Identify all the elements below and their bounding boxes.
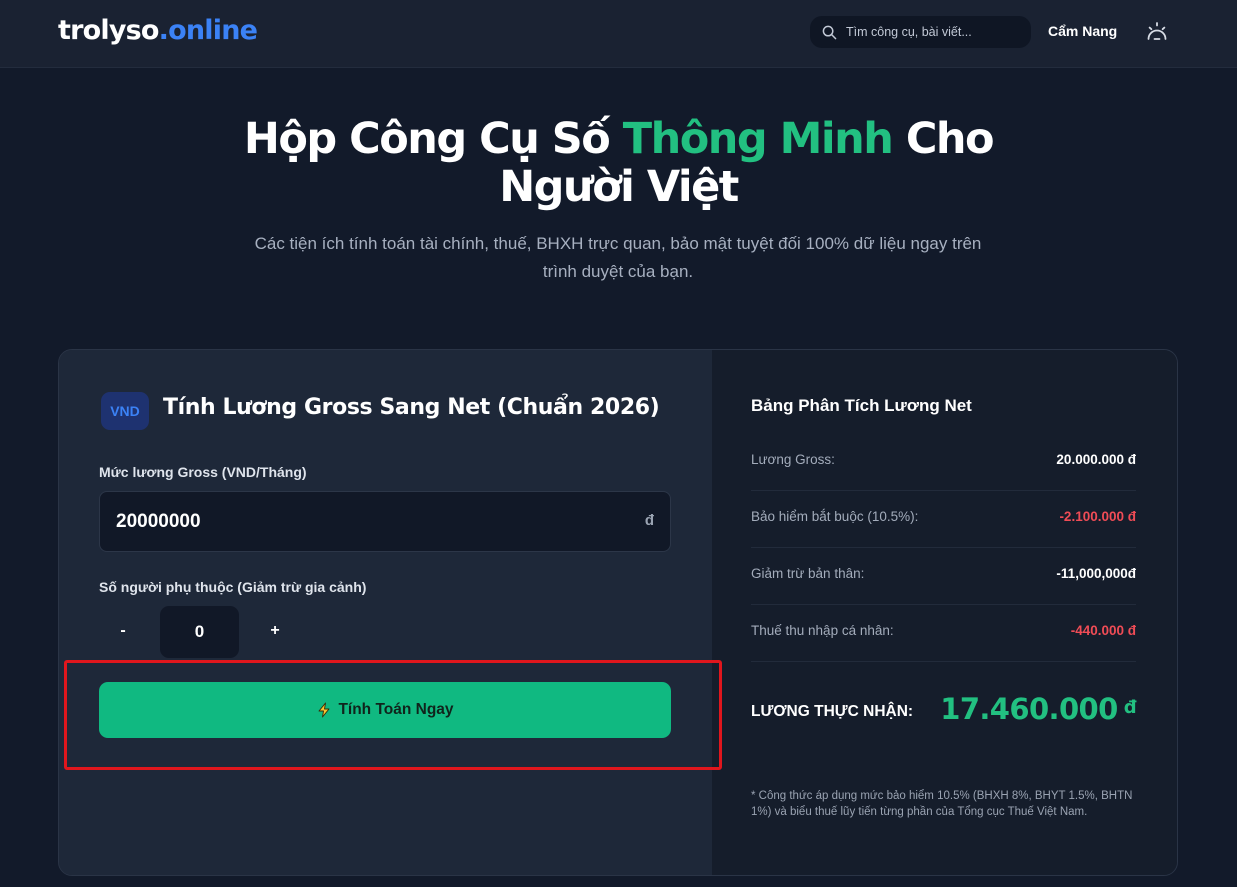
search-input[interactable] bbox=[846, 25, 1016, 39]
net-breakdown-panel: Bảng Phân Tích Lương Net Lương Gross: 20… bbox=[712, 350, 1177, 875]
hero-title-highlight: Thông Minh bbox=[622, 114, 894, 164]
hero-title: Hộp Công Cụ Số Thông Minh Cho Người Việt bbox=[0, 115, 1237, 211]
search-box[interactable] bbox=[810, 16, 1031, 48]
hero-title-line1: Hộp Công Cụ Số Thông Minh Cho bbox=[243, 114, 995, 164]
increment-dependents-button[interactable]: + bbox=[252, 608, 298, 654]
calculator-title: Tính Lương Gross Sang Net (Chuẩn 2026) bbox=[163, 395, 660, 420]
gross-salary-input[interactable] bbox=[116, 492, 616, 551]
net-currency-symbol: đ bbox=[1123, 697, 1137, 718]
hero-subtitle: Các tiện ích tính toán tài chính, thuế, … bbox=[254, 234, 982, 281]
dependents-count[interactable]: 0 bbox=[160, 606, 239, 658]
gross-salary-label: Mức lương Gross (VND/Tháng) bbox=[99, 464, 307, 480]
decrement-dependents-button[interactable]: - bbox=[100, 608, 146, 654]
net-salary-label: LƯƠNG THỰC NHẬN: bbox=[751, 703, 914, 720]
site-logo[interactable]: trolyso.online bbox=[58, 15, 258, 46]
vnd-badge: VND bbox=[101, 392, 149, 430]
logo-text-domain: .online bbox=[158, 15, 258, 46]
gross-salary-field[interactable]: đ bbox=[99, 491, 671, 552]
formula-footnote: * Công thức áp dụng mức bảo hiểm 10.5% (… bbox=[751, 790, 1133, 818]
calculator-form-panel: VND Tính Lương Gross Sang Net (Chuẩn 202… bbox=[59, 350, 712, 875]
breakdown-title: Bảng Phân Tích Lương Net bbox=[751, 396, 972, 415]
calculate-button-label: Tính Toán Ngay bbox=[338, 701, 454, 718]
top-header: trolyso.online Cẩm Nang bbox=[0, 0, 1237, 68]
lightning-icon bbox=[316, 702, 332, 718]
logo-text-main: trolyso bbox=[58, 15, 159, 46]
net-salary-value: 17.460.000 đ bbox=[940, 692, 1136, 726]
breakdown-row-gross: Lương Gross: 20.000.000 đ bbox=[751, 434, 1136, 491]
hero-title-line2: Người Việt bbox=[499, 162, 739, 212]
breakdown-row-personal-deduction: Giảm trừ bản thân: -11,000,000đ bbox=[751, 548, 1136, 605]
salary-calculator-card: VND Tính Lương Gross Sang Net (Chuẩn 202… bbox=[58, 349, 1178, 876]
search-icon bbox=[822, 25, 837, 39]
breakdown-row-insurance: Bảo hiểm bắt buộc (10.5%): -2.100.000 đ bbox=[751, 491, 1136, 548]
currency-symbol: đ bbox=[644, 512, 654, 529]
theme-toggle-icon[interactable] bbox=[1145, 20, 1169, 44]
breakdown-row-income-tax: Thuế thu nhập cá nhân: -440.000 đ bbox=[751, 605, 1136, 662]
nav-link-cam-nang[interactable]: Cẩm Nang bbox=[1048, 23, 1117, 39]
calculate-button[interactable]: Tính Toán Ngay bbox=[99, 682, 671, 738]
dependents-label: Số người phụ thuộc (Giảm trừ gia cảnh) bbox=[99, 579, 367, 595]
